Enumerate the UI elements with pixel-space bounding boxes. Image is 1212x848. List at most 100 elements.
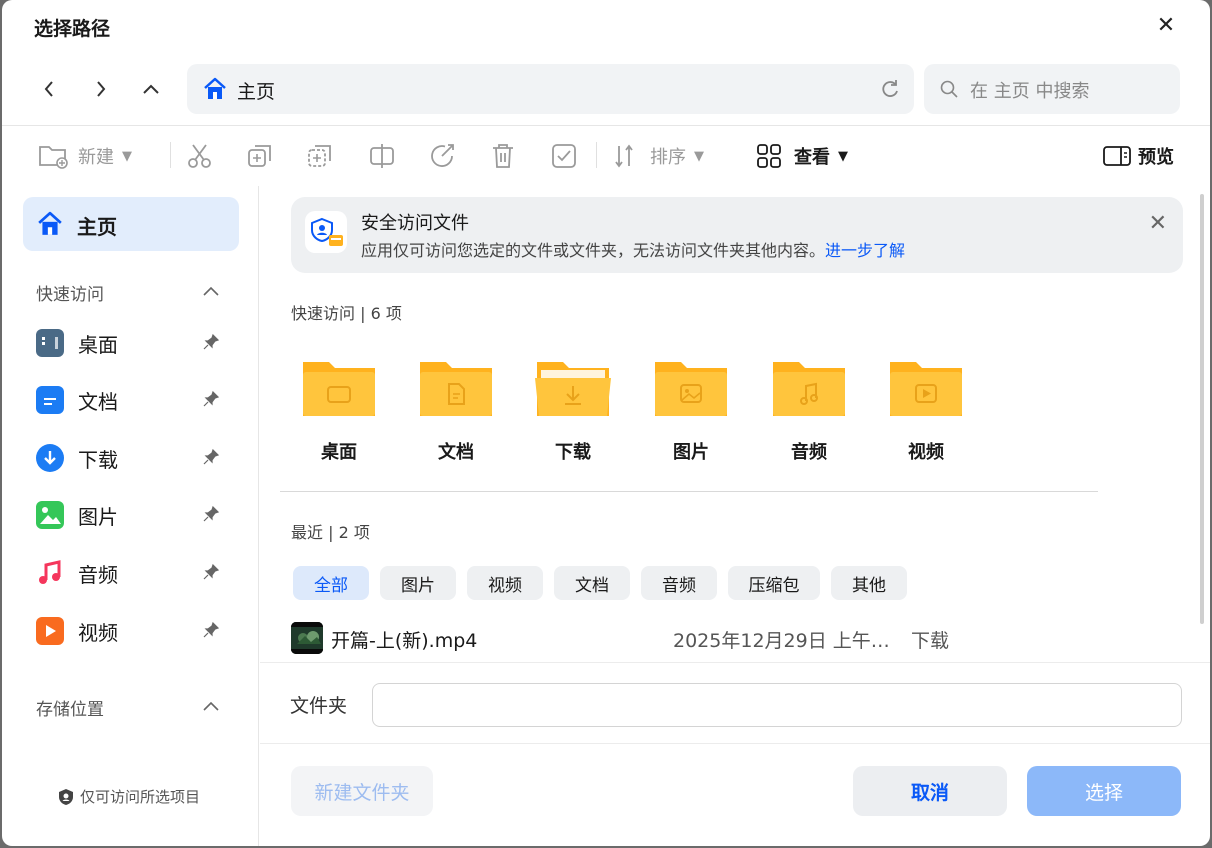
sort-button[interactable]: 排序 ▼ [612, 138, 704, 174]
file-date: 2025年12月29日 上午… [673, 630, 890, 652]
filter-pictures[interactable]: 图片 [380, 566, 456, 600]
shield-icon [59, 788, 73, 805]
delete-button[interactable] [490, 138, 516, 174]
select-copy-button[interactable] [306, 138, 334, 174]
address-path: 主页 [237, 81, 276, 103]
preview-button[interactable]: 预览 [1102, 138, 1174, 174]
filter-documents[interactable]: 文档 [554, 566, 630, 600]
sidebar-item-label: 下载 [78, 448, 118, 472]
sidebar-item-downloads[interactable]: 下载 [36, 438, 226, 478]
back-button[interactable] [34, 74, 64, 104]
folder-label: 桌面 [321, 442, 357, 463]
trash-icon [493, 144, 513, 168]
folder-videos[interactable]: 视频 [881, 356, 971, 466]
home-icon [203, 77, 227, 105]
learn-more-link[interactable]: 进一步了解 [825, 241, 905, 260]
banner-title: 安全访问文件 [361, 213, 469, 234]
move-icon [308, 145, 331, 167]
select-path-dialog: 选择路径 ✕ 主页 在 主页 中搜索 新建 ▼ 排序 ▼ 查看 ▼ 预览 主页 … [2, 0, 1210, 846]
sidebar-item-label: 文档 [78, 390, 118, 414]
new-folder-icon [39, 146, 68, 169]
multi-select-button[interactable] [550, 138, 578, 174]
folder-desktop[interactable]: 桌面 [294, 356, 384, 466]
new-button[interactable]: 新建 ▼ [38, 138, 132, 174]
folder-field-bar: 文件夹 [260, 662, 1210, 744]
pin-icon[interactable] [202, 563, 220, 585]
dialog-title: 选择路径 [34, 18, 111, 40]
folder-label: 文档 [438, 442, 474, 463]
sidebar-item-music[interactable]: 音频 [36, 553, 226, 593]
close-icon[interactable]: ✕ [1154, 14, 1178, 38]
music-icon [36, 559, 64, 587]
select-button[interactable]: 选择 [1027, 766, 1181, 816]
view-button[interactable]: 查看 ▼ [756, 138, 848, 174]
search-icon [940, 80, 958, 102]
pin-icon[interactable] [202, 448, 220, 470]
forward-button[interactable] [86, 74, 116, 104]
scrollbar[interactable] [1200, 194, 1204, 624]
filter-all[interactable]: 全部 [293, 566, 369, 600]
video-folder-icon [890, 362, 962, 416]
share-icon [431, 144, 454, 167]
folder-downloads[interactable]: 下载 [528, 356, 618, 466]
file-location: 下载 [911, 630, 950, 652]
sidebar-item-documents[interactable]: 文档 [36, 380, 226, 420]
cut-button[interactable] [186, 138, 214, 174]
sidebar-item-desktop[interactable]: 桌面 [36, 323, 226, 363]
sidebar: 主页 快速访问 桌面 文档 下载 图片 音频 视频 存储位置 仅可访问所选项目 [2, 186, 259, 846]
filter-videos[interactable]: 视频 [467, 566, 543, 600]
toolbar-divider [596, 142, 597, 168]
refresh-icon[interactable] [880, 79, 900, 103]
checkbox-icon [552, 144, 576, 168]
access-notice-text: 仅可访问所选项目 [80, 788, 201, 806]
filter-audio[interactable]: 音频 [641, 566, 717, 600]
chevron-up-icon[interactable] [202, 282, 222, 296]
access-notice: 仅可访问所选项目 [58, 786, 200, 807]
folder-documents[interactable]: 文档 [411, 356, 501, 466]
recent-title: 最近 | 2 项 [291, 523, 370, 542]
address-bar[interactable]: 主页 [187, 64, 914, 114]
sidebar-item-label: 视频 [78, 621, 118, 645]
up-button[interactable] [136, 74, 166, 104]
recent-file-row[interactable]: 开篇-上(新).mp4 2025年12月29日 上午… 下载 [291, 618, 1131, 658]
close-icon[interactable]: ✕ [1149, 211, 1167, 236]
chevron-up-icon[interactable] [202, 697, 222, 711]
folder-field-label: 文件夹 [290, 695, 348, 717]
secure-access-icon [305, 211, 347, 253]
folder-name-input[interactable] [372, 683, 1182, 727]
share-button[interactable] [428, 138, 456, 174]
filter-other[interactable]: 其他 [831, 566, 907, 600]
pin-icon[interactable] [202, 621, 220, 643]
sidebar-item-pictures[interactable]: 图片 [36, 495, 226, 535]
grid-view-icon [757, 144, 781, 168]
filter-archives[interactable]: 压缩包 [728, 566, 820, 600]
folder-pictures[interactable]: 图片 [646, 356, 736, 466]
sidebar-item-label: 桌面 [78, 333, 118, 357]
copy-button[interactable] [246, 138, 274, 174]
dropdown-icon: ▼ [694, 148, 704, 164]
search-placeholder: 在 主页 中搜索 [970, 81, 1090, 102]
sidebar-item-label: 图片 [78, 505, 118, 529]
pin-icon[interactable] [202, 505, 220, 527]
search-box[interactable]: 在 主页 中搜索 [924, 64, 1180, 114]
pin-icon[interactable] [202, 390, 220, 412]
main-content: 安全访问文件 应用仅可访问您选定的文件或文件夹，无法访问文件夹其他内容。进一步了… [260, 186, 1210, 662]
pin-icon[interactable] [202, 333, 220, 355]
scissors-icon [188, 144, 211, 168]
folder-music[interactable]: 音频 [764, 356, 854, 466]
video-thumbnail [291, 622, 323, 654]
rename-button[interactable] [368, 138, 396, 174]
sidebar-item-home[interactable]: 主页 [23, 197, 239, 251]
cancel-button[interactable]: 取消 [853, 766, 1007, 816]
new-folder-button[interactable]: 新建文件夹 [291, 766, 433, 816]
picture-folder-icon [655, 362, 727, 416]
sidebar-item-videos[interactable]: 视频 [36, 611, 226, 651]
home-icon [37, 211, 63, 241]
sidebar-home-label: 主页 [77, 215, 117, 239]
download-icon [36, 444, 64, 472]
preview-pane-icon [1103, 146, 1131, 166]
view-label: 查看 [794, 147, 830, 168]
header-divider [2, 125, 1210, 126]
document-icon [36, 386, 64, 414]
file-name: 开篇-上(新).mp4 [331, 630, 478, 652]
